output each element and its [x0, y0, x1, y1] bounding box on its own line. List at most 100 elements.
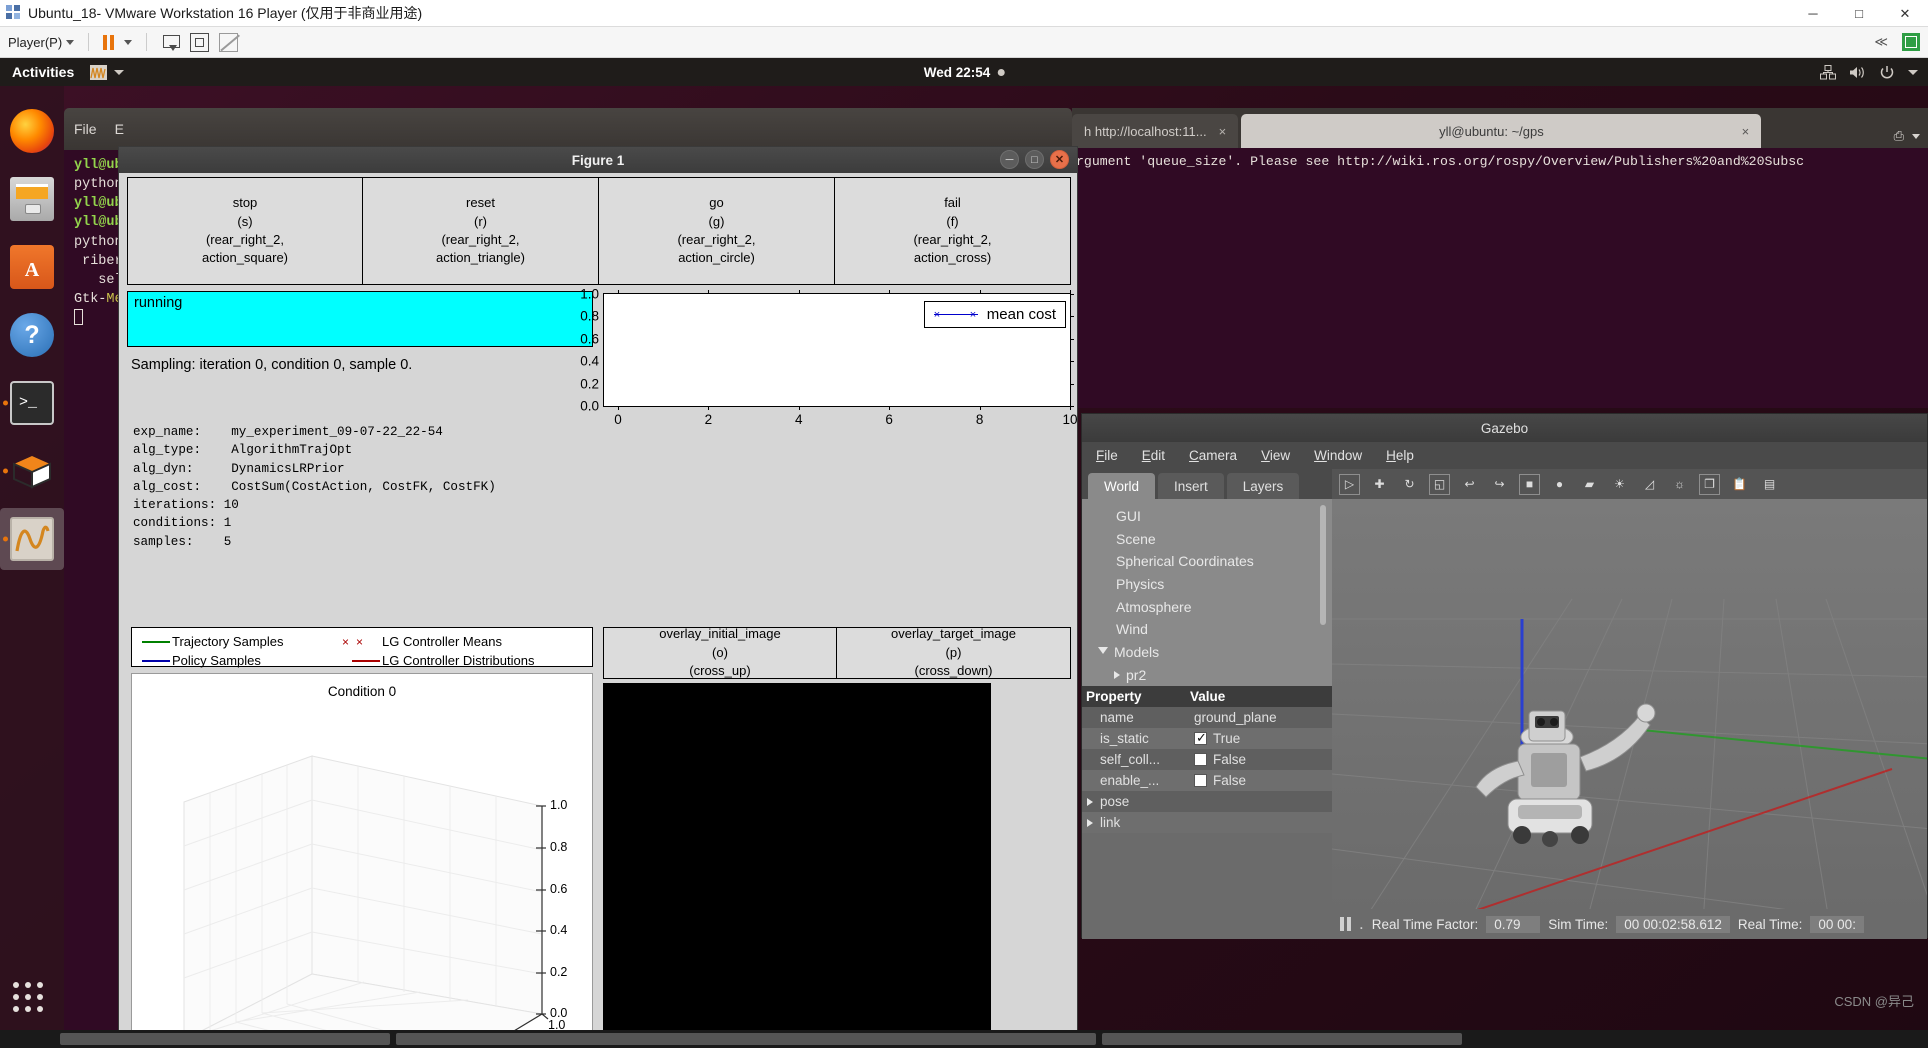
app-indicator[interactable] [90, 64, 125, 80]
gazebo-menu-file[interactable]: File [1096, 448, 1118, 463]
terminal-tab-gps[interactable]: yll@ubuntu: ~/gps × [1241, 114, 1762, 148]
property-row-is-static[interactable]: is_static True [1082, 728, 1332, 750]
tree-item-wind[interactable]: Wind [1098, 618, 1332, 641]
vmware-maximize-button[interactable]: □ [1836, 0, 1882, 27]
tree-item-models[interactable]: Models [1098, 641, 1332, 664]
pause-icon-gazebo[interactable] [1340, 917, 1351, 931]
gazebo-menu-view[interactable]: View [1261, 448, 1290, 463]
cylinder-shape-icon[interactable]: ▰ [1579, 474, 1600, 495]
step-icon[interactable]: . [1359, 915, 1364, 932]
checkbox-icon-unchecked-2[interactable] [1194, 774, 1207, 788]
vmware-toolbar: Player(P) ≪ [0, 27, 1928, 58]
paste-icon[interactable]: 📋 [1729, 474, 1750, 495]
scale-mode-icon[interactable]: ◱ [1429, 473, 1450, 495]
undo-icon[interactable]: ↩ [1459, 474, 1480, 495]
checkbox-icon-checked[interactable] [1194, 730, 1207, 746]
dock-item-software[interactable] [0, 236, 64, 298]
volume-icon[interactable] [1849, 65, 1866, 80]
chevron-down-icon[interactable] [1098, 646, 1108, 658]
box-shape-icon[interactable]: ■ [1519, 473, 1540, 495]
chevron-down-icon[interactable] [114, 69, 125, 75]
gazebo-tree-scrollbar[interactable] [1320, 505, 1326, 625]
power-icon[interactable] [1879, 65, 1895, 80]
tree-item-gui[interactable]: GUI [1098, 505, 1332, 528]
back-icon[interactable]: ≪ [1874, 34, 1888, 50]
tree-item-spherical-coordinates[interactable]: Spherical Coordinates [1098, 550, 1332, 573]
dock-item-firefox[interactable] [0, 100, 64, 162]
tree-item-scene[interactable]: Scene [1098, 528, 1332, 551]
go-button[interactable]: go (g) (rear_right_2, action_circle) [599, 177, 835, 285]
figure-maximize-button[interactable]: □ [1025, 150, 1044, 169]
player-menu-button[interactable]: Player(P) [8, 35, 75, 50]
select-mode-icon[interactable]: ▷ [1339, 473, 1360, 495]
activities-button[interactable]: Activities [12, 64, 74, 80]
dock-item-matplotlib[interactable] [0, 508, 64, 570]
clock[interactable]: Wed 22:54 [924, 65, 1005, 80]
figure-close-button[interactable]: ✕ [1050, 150, 1069, 169]
show-applications-button[interactable] [0, 970, 64, 1032]
menu-file[interactable]: File [74, 121, 97, 137]
property-row-pose[interactable]: pose [1082, 791, 1332, 813]
gazebo-window[interactable]: Gazebo File Edit Camera View Window Help… [1081, 413, 1928, 939]
terminal-window-right[interactable]: h http://localhost:11... × yll@ubuntu: ~… [1072, 108, 1928, 408]
reset-button[interactable]: reset (r) (rear_right_2, action_triangle… [363, 177, 599, 285]
condition-0-3d-plot[interactable]: Condition 0 1.0 0.8 0.6 0.4 0.2 0.0 1.0 [131, 673, 593, 1048]
vmware-minimize-button[interactable]: ─ [1790, 0, 1836, 27]
spot-light-icon[interactable]: ◿ [1639, 474, 1660, 495]
stop-button[interactable]: stop (s) (rear_right_2, action_square) [127, 177, 363, 285]
gazebo-menu-help[interactable]: Help [1386, 448, 1414, 463]
chevron-right-icon[interactable] [1114, 671, 1120, 680]
gazebo-tab-insert[interactable]: Insert [1158, 473, 1224, 499]
gazebo-tab-layers[interactable]: Layers [1226, 473, 1300, 499]
copy-icon[interactable]: ❐ [1699, 473, 1720, 495]
pause-dropdown-chevron-icon[interactable] [124, 39, 133, 45]
figure-window[interactable]: Figure 1 ─ □ ✕ stop (s) (rear_right_2, a… [118, 146, 1078, 1048]
network-icon[interactable] [1820, 64, 1836, 80]
property-row-self-collide[interactable]: self_coll... False [1082, 749, 1332, 771]
checkbox-icon-unchecked[interactable] [1194, 753, 1207, 767]
fail-button[interactable]: fail (f) (rear_right_2, action_cross) [835, 177, 1071, 285]
redo-icon[interactable]: ↪ [1489, 474, 1510, 495]
gazebo-tab-world[interactable]: World [1088, 473, 1156, 499]
chevron-down-icon-tray[interactable] [1908, 69, 1918, 75]
tree-item-physics[interactable]: Physics [1098, 573, 1332, 596]
rotate-mode-icon[interactable]: ↻ [1399, 474, 1420, 495]
vmware-close-button[interactable]: ✕ [1882, 0, 1928, 27]
gazebo-menu-window[interactable]: Window [1314, 448, 1362, 463]
tab-close-icon[interactable]: × [1219, 124, 1227, 139]
terminal-icon [10, 381, 54, 425]
menu-edit[interactable]: E [115, 121, 124, 137]
pause-icon[interactable] [103, 34, 115, 50]
align-icon[interactable]: ▤ [1759, 474, 1780, 495]
dock-item-terminal[interactable] [0, 372, 64, 434]
new-tab-icon[interactable]: ⎙ [1894, 128, 1904, 144]
dock-item-help[interactable] [0, 304, 64, 366]
gazebo-menu-camera[interactable]: Camera [1189, 448, 1237, 463]
point-light-icon[interactable]: ☀ [1609, 474, 1630, 495]
gazebo-menu-edit[interactable]: Edit [1142, 448, 1165, 463]
chevron-right-icon-link[interactable] [1087, 818, 1093, 827]
figure-minimize-button[interactable]: ─ [1000, 150, 1019, 169]
tab-list-chevron-icon[interactable] [1912, 133, 1920, 139]
property-row-link[interactable]: link [1082, 812, 1332, 834]
tree-item-atmosphere[interactable]: Atmosphere [1098, 596, 1332, 619]
sphere-shape-icon[interactable]: ● [1549, 474, 1570, 495]
tab-close-icon-2[interactable]: × [1742, 124, 1750, 139]
overlay-target-image-button[interactable]: overlay_target_image (p) (cross_down) [837, 626, 1071, 679]
system-tray[interactable] [1820, 64, 1918, 80]
dock-item-gazebo[interactable] [0, 440, 64, 502]
terminal-tab-localhost[interactable]: h http://localhost:11... × [1072, 114, 1239, 148]
mean-cost-plot[interactable]: 1.0 0.8 0.6 0.4 0.2 0.0 0 2 4 6 8 10 × ×… [580, 287, 1077, 428]
unity-mode-icon[interactable] [161, 33, 181, 52]
directional-light-icon[interactable]: ☼ [1669, 474, 1690, 495]
property-row-enable-wind[interactable]: enable_... False [1082, 770, 1332, 792]
chevron-right-icon-pose[interactable] [1087, 797, 1093, 806]
gazebo-3d-viewport[interactable]: ▷ ✚ ↻ ◱ ↩ ↪ ■ ● ▰ ☀ ◿ ☼ ❐ 📋 ▤ . Real Tim… [1332, 469, 1927, 939]
fullscreen-icon[interactable] [190, 32, 210, 52]
translate-mode-icon[interactable]: ✚ [1369, 474, 1390, 495]
overlay-initial-image-button[interactable]: overlay_initial_image (o) (cross_up) [603, 626, 837, 679]
dock-item-files[interactable] [0, 168, 64, 230]
tree-item-pr2[interactable]: pr2 [1098, 664, 1332, 687]
property-row-name[interactable]: name ground_plane [1082, 707, 1332, 729]
grid-icon[interactable] [1902, 33, 1920, 51]
